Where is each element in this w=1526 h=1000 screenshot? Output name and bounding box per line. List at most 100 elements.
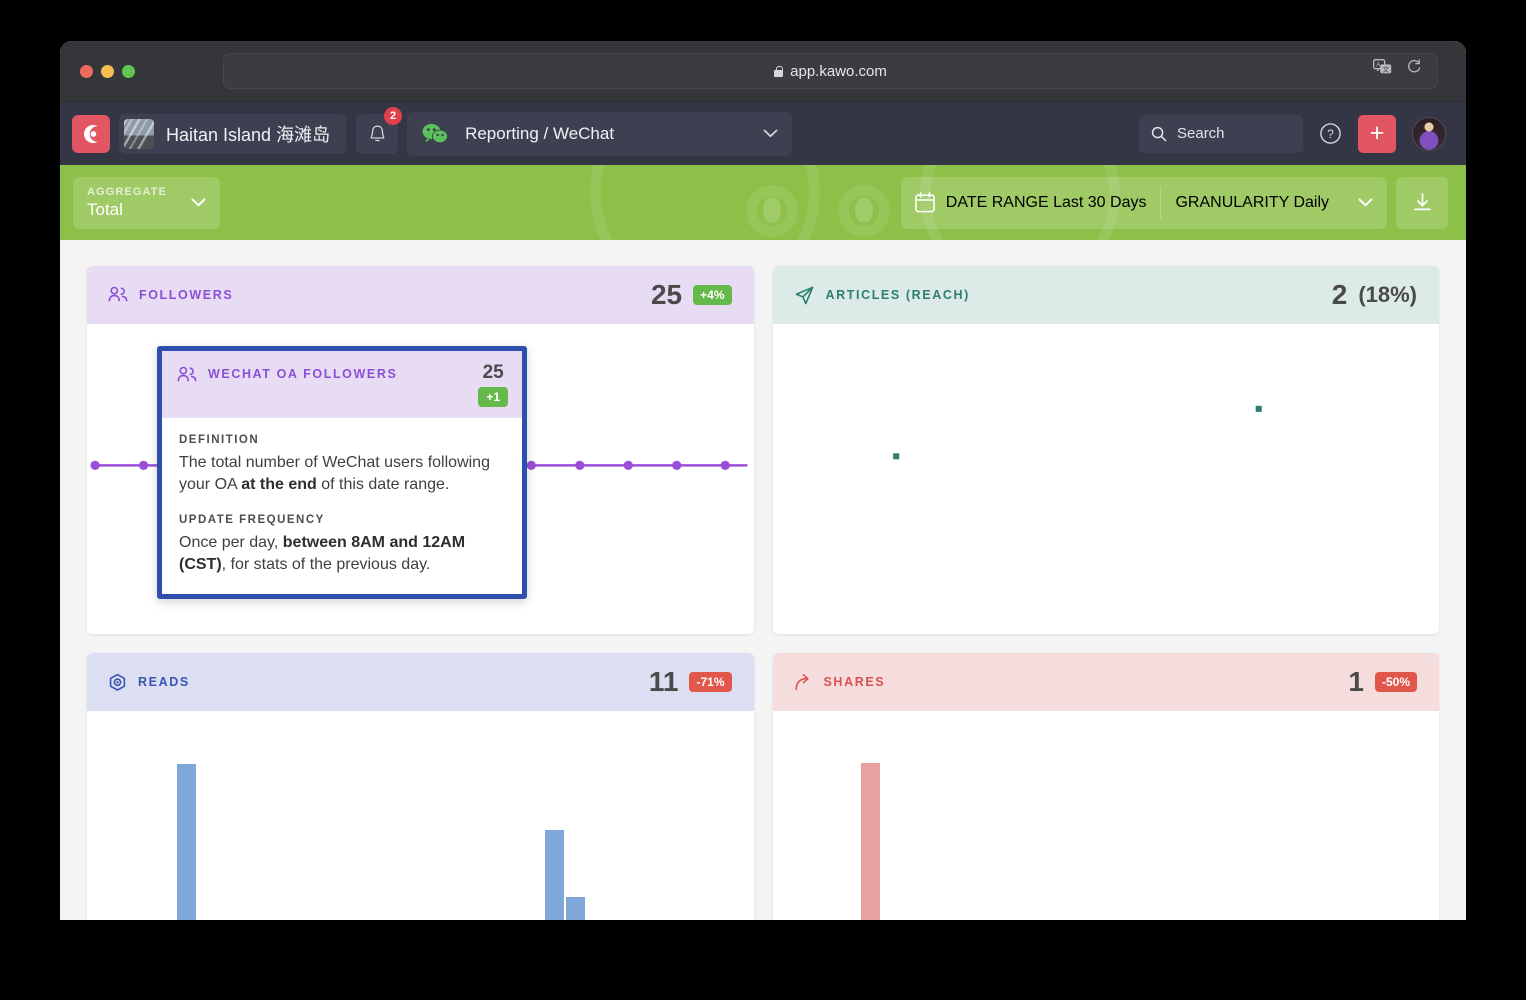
card-title: READS — [138, 675, 190, 689]
card-delta-badge: +4% — [693, 285, 732, 305]
chevron-down-icon[interactable] — [191, 194, 206, 212]
card-header-followers: FOLLOWERS 25 +4% — [87, 266, 754, 324]
download-button[interactable] — [1396, 176, 1448, 229]
card-stat: 2 (18%) — [1332, 279, 1417, 311]
bar — [566, 897, 585, 920]
window-traffic-lights[interactable] — [60, 64, 135, 78]
browser-window: app.kawo.com A 文 Haitan Island 海滩岛 2 Rep… — [60, 41, 1466, 920]
card-title: FOLLOWERS — [139, 288, 234, 302]
granularity-label: GRANULARITY — [1175, 193, 1289, 211]
date-range-value: Last 30 Days — [1053, 193, 1147, 211]
report-label: Reporting / WeChat — [465, 123, 615, 143]
tooltip-title: WECHAT OA FOLLOWERS — [208, 367, 398, 381]
card-value: 1 — [1348, 666, 1364, 697]
calendar-icon — [914, 192, 935, 213]
download-icon — [1413, 193, 1431, 211]
card-reads: READS 11 -71% — [87, 653, 754, 920]
tooltip-update-label: UPDATE FREQUENCY — [179, 514, 325, 526]
user-avatar[interactable] — [1412, 116, 1446, 151]
granularity-selector[interactable]: GRANULARITY Daily — [1161, 177, 1387, 229]
card-value: 2 — [1331, 279, 1348, 310]
notifications-button[interactable]: 2 — [356, 106, 403, 154]
card-stat: 25 +4% — [651, 279, 732, 311]
help-circle-icon[interactable]: ? — [1319, 122, 1342, 145]
followers-icon — [108, 286, 128, 302]
toolbar-right-group: DATE RANGE Last 30 Days GRANULARITY Dail… — [900, 176, 1448, 229]
lock-icon — [774, 65, 784, 77]
update-part-1: Once per day, — [179, 534, 283, 551]
shares-chart[interactable] — [772, 711, 1440, 920]
tooltip-delta-badge: +1 — [478, 387, 508, 407]
bar — [545, 830, 564, 920]
aggregate-selector[interactable]: AGGREGATE Total — [73, 176, 220, 229]
reads-bars — [87, 711, 754, 920]
card-header-reads: READS 11 -71% — [87, 653, 754, 711]
tooltip-value: 25 — [482, 362, 504, 383]
date-range-selector[interactable]: DATE RANGE Last 30 Days — [901, 177, 1161, 229]
close-window-button[interactable] — [80, 64, 93, 78]
browser-toolbar-actions: A 文 — [1373, 59, 1422, 80]
tooltip-header: WECHAT OA FOLLOWERS 25 +1 — [162, 351, 522, 418]
card-delta-badge: -71% — [689, 672, 732, 692]
tooltip-body: DEFINITION The total number of WeChat us… — [162, 418, 522, 594]
tooltip-stat: 25 +1 — [478, 362, 508, 407]
tooltip-definition-label: DEFINITION — [179, 434, 260, 446]
bar — [177, 764, 196, 920]
card-articles: ARTICLES (REACH) 2 (18%) — [772, 266, 1439, 634]
tooltip-definition-text: The total number of WeChat users followi… — [179, 452, 505, 496]
update-part-2: , for stats of the previous day. — [221, 556, 431, 573]
brand-avatar — [124, 118, 154, 149]
app-header: Haitan Island 海滩岛 2 Reporting / WeChat S… — [60, 102, 1466, 165]
card-title: SHARES — [823, 675, 886, 689]
decorative-dot — [763, 197, 781, 223]
date-range-label: DATE RANGE — [945, 193, 1049, 211]
share-arrow-icon — [794, 673, 809, 690]
chevron-down-icon[interactable] — [1358, 194, 1373, 212]
add-button[interactable]: + — [1358, 114, 1396, 153]
address-bar[interactable]: app.kawo.com — [223, 53, 1438, 89]
brand-name: Haitan Island 海滩岛 — [166, 124, 331, 145]
followers-icon — [177, 366, 197, 382]
definition-emphasis: at the end — [241, 476, 317, 493]
card-delta-badge: -50% — [1374, 672, 1417, 692]
svg-text:?: ? — [1327, 127, 1334, 141]
header-actions: Search ? + — [1139, 114, 1466, 153]
card-title: ARTICLES (REACH) — [825, 288, 970, 302]
reads-chart[interactable] — [87, 711, 754, 920]
url-text: app.kawo.com — [790, 62, 887, 80]
send-icon — [795, 286, 813, 304]
shares-bars — [773, 711, 1440, 920]
card-header-shares: SHARES 1 -50% — [772, 653, 1439, 711]
search-icon — [1151, 126, 1167, 141]
translate-icon[interactable]: A 文 — [1373, 59, 1392, 80]
minimize-window-button[interactable] — [101, 64, 114, 78]
tooltip-update-text: Once per day, between 8AM and 12AM (CST)… — [179, 532, 505, 576]
aggregate-value: Total — [87, 200, 123, 219]
brand-selector[interactable]: Haitan Island 海滩岛 — [119, 113, 347, 154]
bar — [860, 763, 880, 920]
card-header-articles: ARTICLES (REACH) 2 (18%) — [772, 266, 1439, 324]
card-stat: 1 -50% — [1348, 666, 1417, 698]
svg-text:文: 文 — [1383, 65, 1390, 74]
card-value: 11 — [648, 666, 679, 697]
search-input[interactable]: Search — [1139, 114, 1303, 153]
card-shares: SHARES 1 -50% — [772, 653, 1440, 920]
reload-icon[interactable] — [1406, 59, 1422, 80]
card-delta: (18%) — [1358, 282, 1417, 307]
browser-chrome: app.kawo.com A 文 — [60, 41, 1466, 102]
decorative-dot — [855, 197, 873, 223]
articles-chart[interactable] — [772, 324, 1439, 634]
definition-part-2: of this date range. — [316, 476, 450, 493]
wechat-icon — [422, 123, 449, 143]
kawo-logo-icon[interactable] — [72, 114, 110, 153]
bell-icon — [370, 125, 385, 141]
chevron-down-icon[interactable] — [763, 125, 778, 143]
report-selector[interactable]: Reporting / WeChat — [407, 111, 793, 156]
filters-toolbar: AGGREGATE Total DATE RANGE Last 30 Days … — [60, 165, 1466, 240]
metric-definition-tooltip: WECHAT OA FOLLOWERS 25 +1 DEFINITION The… — [157, 346, 527, 599]
card-value: 25 — [650, 279, 683, 310]
granularity-value: Daily — [1293, 193, 1329, 211]
notification-badge: 2 — [384, 106, 403, 125]
maximize-window-button[interactable] — [122, 64, 135, 78]
aggregate-label: AGGREGATE — [87, 186, 167, 198]
